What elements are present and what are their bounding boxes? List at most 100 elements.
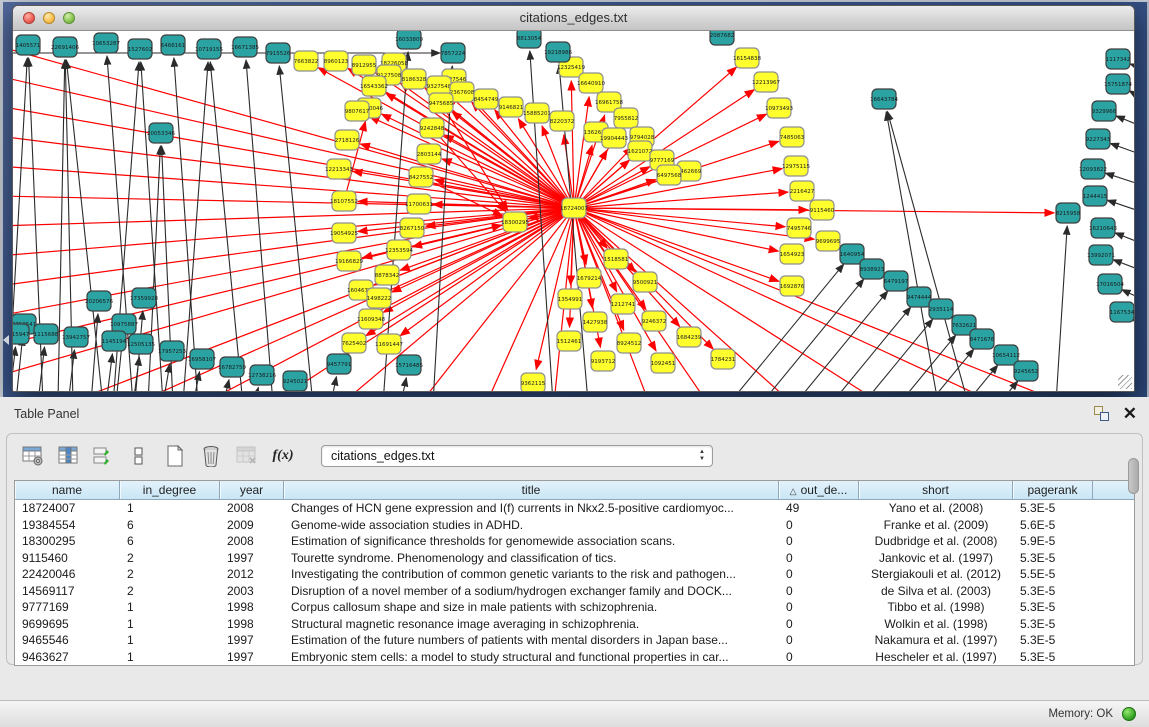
network-node[interactable]: 11691447 xyxy=(375,334,403,354)
table-row[interactable]: 946362711997Embryonic stem cells: a mode… xyxy=(15,649,1134,666)
network-node[interactable]: 12975115 xyxy=(782,156,810,176)
create-table-icon[interactable] xyxy=(161,442,189,470)
network-node[interactable]: 8220372 xyxy=(550,111,575,131)
network-window-titlebar[interactable]: citations_edges.txt xyxy=(13,6,1134,31)
network-node[interactable]: 19054925 xyxy=(330,223,358,243)
network-node[interactable]: 15885201 xyxy=(523,103,551,123)
network-node[interactable]: 8454749 xyxy=(474,89,499,109)
network-node[interactable]: 17957253 xyxy=(158,341,186,361)
network-node[interactable]: 20053346 xyxy=(147,123,175,143)
network-node[interactable]: 6497568 xyxy=(657,165,682,185)
network-node[interactable]: 17359928 xyxy=(130,288,158,308)
network-node[interactable]: 16643784 xyxy=(870,89,898,109)
network-node[interactable]: 9245652 xyxy=(1014,361,1039,381)
float-panel-icon[interactable] xyxy=(1094,406,1109,421)
network-node[interactable]: 16154838 xyxy=(733,48,761,68)
network-node[interactable]: 1145194 xyxy=(102,331,127,351)
column-header-year[interactable]: year xyxy=(220,481,284,499)
network-node[interactable]: 12093822 xyxy=(1079,159,1107,179)
table-settings-icon[interactable] xyxy=(19,442,47,470)
network-node[interactable]: 12353594 xyxy=(385,240,413,260)
network-node[interactable]: 1679214 xyxy=(577,268,602,288)
network-node[interactable]: 7857224 xyxy=(441,43,466,63)
network-window[interactable]: citations_edges.txt 18724007891295518226… xyxy=(12,5,1135,392)
network-node[interactable]: 9115460 xyxy=(810,200,835,220)
network-node[interactable]: 2718126 xyxy=(335,130,360,150)
network-canvas[interactable]: 1872400789129551822605891275088186328912… xyxy=(13,31,1134,392)
network-node[interactable]: 12505135 xyxy=(127,334,155,354)
network-node[interactable]: 9500921 xyxy=(633,272,658,292)
network-node[interactable]: 6479197 xyxy=(884,271,909,291)
network-node[interactable]: 9329966 xyxy=(1092,101,1117,121)
network-node[interactable]: 1692876 xyxy=(780,276,805,296)
network-node[interactable]: 7663822 xyxy=(294,51,319,71)
network-node[interactable]: 2216427 xyxy=(790,181,815,201)
network-node[interactable]: 17016504 xyxy=(1096,274,1124,294)
network-node[interactable]: 18300295 xyxy=(501,212,529,232)
network-node[interactable]: 1115688 xyxy=(34,324,59,344)
network-node[interactable]: 9246372 xyxy=(642,311,667,331)
table-row[interactable]: 1938455462009Genome-wide association stu… xyxy=(15,517,1134,534)
network-node[interactable]: 7485063 xyxy=(780,127,805,147)
network-node[interactable]: 8215958 xyxy=(1056,203,1081,223)
network-node[interactable]: 2935114 xyxy=(929,299,954,319)
network-node[interactable]: 8878342 xyxy=(375,265,400,285)
network-node[interactable]: 9242848 xyxy=(420,118,445,138)
network-node[interactable]: 6466161 xyxy=(161,35,186,55)
network-node[interactable]: 1621072 xyxy=(628,141,653,161)
network-node[interactable]: 16033809 xyxy=(395,31,423,49)
table-row[interactable]: 946554611997Estimation of the future num… xyxy=(15,632,1134,649)
network-node[interactable]: 15716485 xyxy=(395,355,423,375)
network-node[interactable]: 15751874 xyxy=(1104,74,1132,94)
network-node[interactable]: 11609348 xyxy=(357,309,385,329)
network-node[interactable]: 9227343 xyxy=(1086,129,1111,149)
table-row[interactable]: 1872400712008Changes of HCN gene express… xyxy=(15,500,1134,517)
network-node-hub[interactable]: 18724007 xyxy=(560,198,588,218)
column-header-out-de-[interactable]: △out_de... xyxy=(779,481,859,499)
network-node[interactable]: 8186328 xyxy=(402,69,427,89)
network-node[interactable]: 16958107 xyxy=(188,349,216,369)
table-selector-dropdown[interactable]: citations_edges.txt ▲▼ xyxy=(321,445,713,467)
panel-collapse-arrow-icon[interactable] xyxy=(3,335,9,345)
network-node[interactable]: 8912955 xyxy=(352,55,377,75)
network-node[interactable]: 22691406 xyxy=(51,37,79,57)
network-node[interactable]: 16640910 xyxy=(577,73,605,93)
network-node[interactable]: 9475685 xyxy=(429,93,454,113)
network-node[interactable]: 8813054 xyxy=(517,31,542,48)
network-node[interactable]: 10719155 xyxy=(195,39,223,59)
column-header-in-degree[interactable]: in_degree xyxy=(120,481,220,499)
row-height-icon[interactable] xyxy=(125,442,153,470)
network-node[interactable]: 12738216 xyxy=(248,365,276,385)
network-node[interactable]: 9474444 xyxy=(907,287,932,307)
network-node[interactable]: 12213343 xyxy=(325,159,353,179)
column-header-pagerank[interactable]: pagerank xyxy=(1013,481,1093,499)
network-node[interactable]: 9362115 xyxy=(521,373,546,392)
table-row[interactable]: 977716911998Corpus callosum shape and si… xyxy=(15,599,1134,616)
network-node[interactable]: 8471676 xyxy=(970,329,995,349)
select-columns-icon[interactable] xyxy=(55,442,83,470)
network-node[interactable]: 1518581 xyxy=(604,249,629,269)
network-node[interactable]: 19218986 xyxy=(544,42,572,62)
network-graph[interactable]: 1872400789129551822605891275088186328912… xyxy=(13,31,1134,392)
function-builder-icon[interactable]: f(x) xyxy=(269,442,297,470)
network-node[interactable]: 1498222 xyxy=(367,288,392,308)
network-node[interactable]: 12213967 xyxy=(752,72,780,92)
network-node[interactable]: 8938923 xyxy=(860,259,885,279)
network-node[interactable]: 2803144 xyxy=(417,144,442,164)
network-node[interactable]: 1654923 xyxy=(780,244,805,264)
network-node[interactable]: 1244415 xyxy=(1083,186,1108,206)
network-node[interactable]: 1092451 xyxy=(651,353,676,373)
network-node[interactable]: 8427552 xyxy=(409,167,434,187)
column-header-name[interactable]: name xyxy=(15,481,120,499)
network-node[interactable]: 1405571 xyxy=(16,35,41,55)
network-node[interactable]: 1512461 xyxy=(557,331,582,351)
network-node[interactable]: 16671385 xyxy=(231,37,259,57)
column-header-short[interactable]: short xyxy=(859,481,1013,499)
network-node[interactable]: 20206576 xyxy=(85,291,113,311)
network-node[interactable]: 1684239 xyxy=(677,327,702,347)
network-node[interactable]: 13942757 xyxy=(62,327,90,347)
network-node[interactable]: 9245021 xyxy=(283,371,308,391)
network-node[interactable]: 11700631 xyxy=(405,194,433,214)
network-node[interactable]: 1117342 xyxy=(1106,49,1131,69)
network-node[interactable]: 1212741 xyxy=(611,294,636,314)
